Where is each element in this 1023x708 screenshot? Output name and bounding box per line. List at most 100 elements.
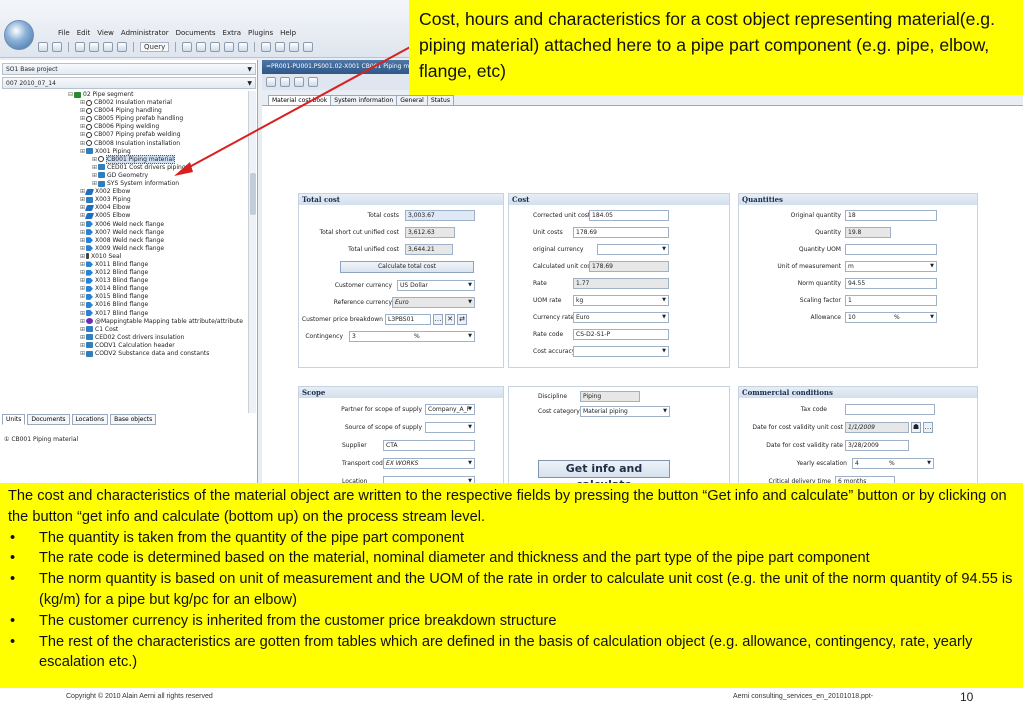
chevron-down-icon[interactable]: ▼: [662, 245, 666, 254]
tree-scrollbar[interactable]: [248, 91, 256, 413]
corrected-unit-cost-field[interactable]: 184.05: [589, 210, 669, 221]
uom-rate-select[interactable]: kg ▼: [573, 295, 669, 306]
window-icon[interactable]: [289, 42, 300, 52]
tree-item[interactable]: ⊞ CED02 Cost drivers insulation: [2, 334, 248, 342]
chevron-down-icon[interactable]: ▼: [468, 332, 472, 341]
chevron-down-icon[interactable]: ▼: [468, 459, 472, 468]
print-icon[interactable]: [117, 42, 127, 52]
original-currency-select[interactable]: ▼: [597, 244, 669, 255]
chevron-down-icon[interactable]: ▼: [662, 296, 666, 305]
total-costs-field[interactable]: 3,003.67: [405, 210, 475, 221]
menu-administrator[interactable]: Administrator: [121, 29, 169, 39]
clear-icon[interactable]: ✕: [445, 314, 455, 325]
tool-icon[interactable]: [196, 42, 207, 52]
tab-locations[interactable]: Locations: [71, 414, 109, 425]
expand-icon[interactable]: ⊞: [80, 221, 86, 229]
tree-item[interactable]: ⊞ CB004 Piping handling: [2, 107, 248, 115]
tax-code-field[interactable]: [845, 404, 935, 415]
link-icon[interactable]: ⇄: [457, 314, 467, 325]
tree-item[interactable]: ⊟ 02 Pipe segment: [2, 91, 248, 99]
tree-item[interactable]: ⊞ X004 Elbow: [2, 204, 248, 212]
validity-rate-field[interactable]: 3/28/2009: [845, 440, 909, 451]
folder-icon[interactable]: [280, 77, 290, 87]
tab-base-objects[interactable]: Base objects: [110, 414, 157, 425]
expand-icon[interactable]: ⊞: [80, 310, 86, 318]
expand-icon[interactable]: ⊞: [80, 277, 86, 285]
tool-icon[interactable]: [210, 42, 221, 52]
tree-item[interactable]: ⊞ CB002 Insulation material: [2, 99, 248, 107]
menu-file[interactable]: File: [58, 29, 70, 39]
price-breakdown-field[interactable]: L3PBS01: [385, 314, 431, 325]
chevron-down-icon[interactable]: ▼: [662, 313, 666, 322]
star-icon[interactable]: [303, 42, 314, 52]
original-quantity-field[interactable]: 18: [845, 210, 937, 221]
browse-button[interactable]: …: [923, 422, 933, 433]
menu-documents[interactable]: Documents: [176, 29, 216, 39]
app-orb-icon[interactable]: [4, 20, 34, 50]
tree-item[interactable]: ⊞ X008 Weld neck flange: [2, 237, 248, 245]
expand-icon[interactable]: ⊞: [80, 285, 86, 293]
expand-icon[interactable]: ⊞: [80, 229, 86, 237]
person-icon[interactable]: ☗: [911, 422, 921, 433]
chevron-down-icon[interactable]: ▼: [662, 347, 666, 356]
tree-item[interactable]: ⊞ CB008 Insulation installation: [2, 140, 248, 148]
norm-quantity-field[interactable]: 94.55: [845, 278, 937, 289]
tree-item[interactable]: ⊞ X003 Piping: [2, 196, 248, 204]
tree-item[interactable]: ⊞ X016 Blind flange: [2, 301, 248, 309]
tree-item[interactable]: ⊞ X009 Weld neck flange: [2, 245, 248, 253]
version-combo[interactable]: 007 2010_07_14 ▼: [2, 77, 256, 89]
menu-extra[interactable]: Extra: [223, 29, 241, 39]
expand-icon[interactable]: ⊞: [80, 269, 86, 277]
tree-item[interactable]: ⊞ CED01 Cost drivers piping: [2, 164, 248, 172]
tree-item[interactable]: ⊞ CB006 Piping welding: [2, 123, 248, 131]
chevron-down-icon[interactable]: ▼: [930, 313, 934, 322]
scrollbar-thumb[interactable]: [250, 173, 256, 215]
new-icon[interactable]: [75, 42, 85, 52]
query-button[interactable]: Query: [140, 42, 170, 52]
selected-object-item[interactable]: ① CB001 Piping material: [4, 436, 78, 443]
tree-item[interactable]: ⊞ X007 Weld neck flange: [2, 229, 248, 237]
tree-item[interactable]: ⊞ X005 Elbow: [2, 212, 248, 220]
tree-item[interactable]: ⊞ GD Geometry: [2, 172, 248, 180]
tree-item[interactable]: ⊞ X006 Weld neck flange: [2, 221, 248, 229]
expand-icon[interactable]: ⊞: [80, 237, 86, 245]
chevron-down-icon[interactable]: ▼: [663, 407, 667, 416]
partner-scope-select[interactable]: Company_A_F ▼: [425, 404, 475, 415]
yearly-escalation-field[interactable]: 4% ▼: [852, 458, 934, 469]
browse-button[interactable]: …: [433, 314, 443, 325]
tree-item[interactable]: ⊞ X017 Blind flange: [2, 310, 248, 318]
tab-documents[interactable]: Documents: [27, 414, 70, 425]
layout-icon[interactable]: [275, 42, 286, 52]
tool-icon[interactable]: [238, 42, 249, 52]
object-tree[interactable]: ⊟ 02 Pipe segment ⊞ CB002 Insulation materi…: [2, 91, 248, 413]
supplier-field[interactable]: CTA: [383, 440, 475, 451]
forward-icon[interactable]: [52, 42, 62, 52]
expand-icon[interactable]: ⊞: [80, 261, 86, 269]
tree-item[interactable]: ⊞ CB007 Piping prefab welding: [2, 131, 248, 139]
rate-code-field[interactable]: CS-D2-S1-P: [573, 329, 669, 340]
tree-item[interactable]: ⊞ CB001 Piping material: [2, 154, 248, 164]
cost-category-select[interactable]: Material piping ▼: [580, 406, 670, 417]
tree-item[interactable]: ⊞ CODV2 Substance data and constants: [2, 350, 248, 358]
tool-icon[interactable]: [182, 42, 193, 52]
calculator-icon[interactable]: [308, 77, 318, 87]
tree-item[interactable]: ⊞ X010 Seal: [2, 253, 248, 261]
menu-view[interactable]: View: [97, 29, 114, 39]
expand-icon[interactable]: ⊞: [80, 245, 86, 253]
tree-item[interactable]: ⊞ X013 Blind flange: [2, 277, 248, 285]
tree-item[interactable]: ⊞ X015 Blind flange: [2, 293, 248, 301]
chevron-down-icon[interactable]: ▼: [247, 64, 252, 75]
contingency-field[interactable]: 3% ▼: [349, 331, 475, 342]
tree-item[interactable]: ⊞ SYS System information: [2, 180, 248, 188]
tree-item[interactable]: ⊞ @Mappingtable Mapping table attribute/a…: [2, 318, 248, 326]
save-icon[interactable]: [103, 42, 113, 52]
tree-item[interactable]: ⊞ X011 Blind flange: [2, 261, 248, 269]
currency-rate-select[interactable]: Euro ▼: [573, 312, 669, 323]
menu-plugins[interactable]: Plugins: [248, 29, 273, 39]
chevron-down-icon[interactable]: ▼: [468, 423, 472, 432]
tree-item[interactable]: ⊞ X014 Blind flange: [2, 285, 248, 293]
expand-icon[interactable]: ⊞: [80, 293, 86, 301]
expand-icon[interactable]: ⊞: [92, 156, 98, 164]
scaling-factor-field[interactable]: 1: [845, 295, 937, 306]
source-scope-select[interactable]: ▼: [425, 422, 475, 433]
